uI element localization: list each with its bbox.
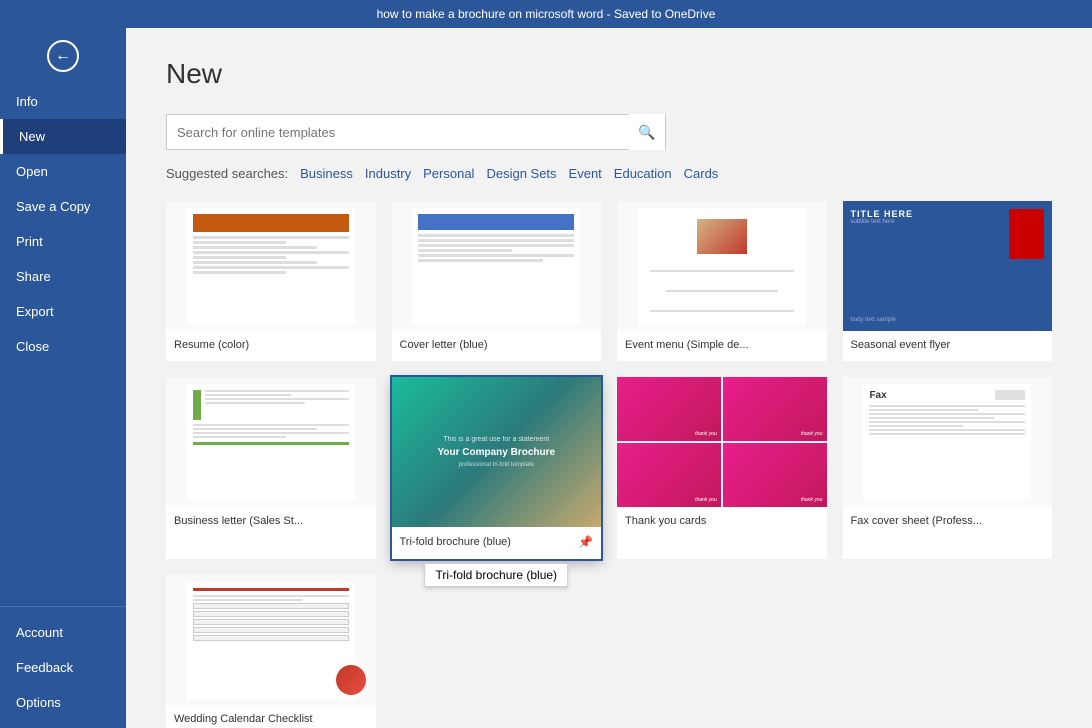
template-card-cover[interactable]: Cover letter (blue) [392,201,602,361]
sidebar-item-export[interactable]: Export [0,294,126,329]
sidebar-item-share[interactable]: Share [0,259,126,294]
brochure-tooltip: Tri-fold brochure (blue) [424,563,568,587]
template-card-seasonal[interactable]: TITLE HERE subtitle text here body text … [843,201,1053,361]
sidebar-item-new[interactable]: New [0,119,126,154]
sidebar-item-account[interactable]: Account [0,615,126,650]
sidebar-item-open[interactable]: Open [0,154,126,189]
suggested-label: Suggested searches: [166,166,288,181]
thumb-business [187,384,355,501]
thumb-thankyou: thank you thank you thank you thank you [617,377,827,507]
pin-icon: 📌 [578,535,593,549]
page-title: New [166,58,1052,90]
sidebar-divider [0,606,126,607]
template-card-fax[interactable]: Fax Fax cover sheet (Profess. [843,377,1053,559]
template-label-resume: Resume (color) [166,331,376,361]
template-thumbnail-event [617,201,827,331]
thumb-calendar [187,582,355,699]
template-label-seasonal: Seasonal event flyer [843,331,1053,361]
suggested-tag-education[interactable]: Education [614,166,672,181]
suggested-tag-design-sets[interactable]: Design Sets [486,166,556,181]
thumb-seasonal: TITLE HERE subtitle text here body text … [843,201,1053,331]
suggested-tag-personal[interactable]: Personal [423,166,474,181]
thumb-resume-header [193,214,349,232]
suggested-tag-industry[interactable]: Industry [365,166,411,181]
search-input[interactable] [167,125,629,140]
template-label-thankyou: Thank you cards [617,507,827,537]
search-icon: 🔍 [638,124,655,141]
template-thumbnail-seasonal: TITLE HERE subtitle text here body text … [843,201,1053,331]
template-card-event[interactable]: Event menu (Simple de... [617,201,827,361]
template-thumbnail-thankyou: thank you thank you thank you thank you [617,377,827,507]
sidebar: ← Info New Open Save a Copy Print Share … [0,28,126,728]
suggested-row: Suggested searches: Business Industry Pe… [166,166,1052,181]
template-thumbnail-business [166,377,376,507]
template-label-event: Event menu (Simple de... [617,331,827,361]
sidebar-item-print[interactable]: Print [0,224,126,259]
sidebar-item-info[interactable]: Info [0,84,126,119]
sidebar-item-close[interactable]: Close [0,329,126,364]
template-label-cover: Cover letter (blue) [392,331,602,361]
template-label-fax: Fax cover sheet (Profess... [843,507,1053,537]
back-button[interactable]: ← [0,28,126,84]
template-label-calendar: Wedding Calendar Checklist [166,705,376,728]
sidebar-item-save-copy[interactable]: Save a Copy [0,189,126,224]
sidebar-bottom: Account Feedback Options [0,598,126,728]
thumb-resume [187,208,355,325]
search-button[interactable]: 🔍 [629,114,665,150]
template-thumbnail-brochure: This is a great use for a statement Your… [392,377,602,527]
sidebar-item-options[interactable]: Options [0,685,126,720]
thumb-brochure: This is a great use for a statement Your… [392,377,602,527]
back-circle-icon: ← [47,40,79,72]
template-card-resume[interactable]: Resume (color) [166,201,376,361]
template-card-thankyou[interactable]: thank you thank you thank you thank you [617,377,827,559]
template-thumbnail-resume [166,201,376,331]
template-card-calendar[interactable]: Wedding Calendar Checklist [166,575,376,728]
search-container: 🔍 [166,114,666,150]
main-content: New 🔍 Suggested searches: Business Indus… [126,28,1092,728]
app-container: ← Info New Open Save a Copy Print Share … [0,28,1092,728]
template-card-brochure[interactable]: This is a great use for a statement Your… [392,377,602,559]
suggested-tag-cards[interactable]: Cards [684,166,719,181]
template-card-business[interactable]: Business letter (Sales St... [166,377,376,559]
thumb-cover [412,208,580,325]
title-bar: how to make a brochure on microsoft word… [0,0,1092,28]
template-thumbnail-cover [392,201,602,331]
template-label-brochure: Tri-fold brochure (blue) 📌 [392,527,602,559]
title-bar-text: how to make a brochure on microsoft word… [377,7,716,21]
sidebar-item-feedback[interactable]: Feedback [0,650,126,685]
template-thumbnail-fax: Fax [843,377,1053,507]
thumb-fax: Fax [863,384,1031,501]
suggested-tag-business[interactable]: Business [300,166,353,181]
template-label-business: Business letter (Sales St... [166,507,376,537]
suggested-tag-event[interactable]: Event [569,166,602,181]
template-thumbnail-calendar [166,575,376,705]
thumb-event [638,208,806,325]
back-arrow-icon: ← [55,47,71,65]
templates-grid: Resume (color) Cove [166,201,1052,728]
